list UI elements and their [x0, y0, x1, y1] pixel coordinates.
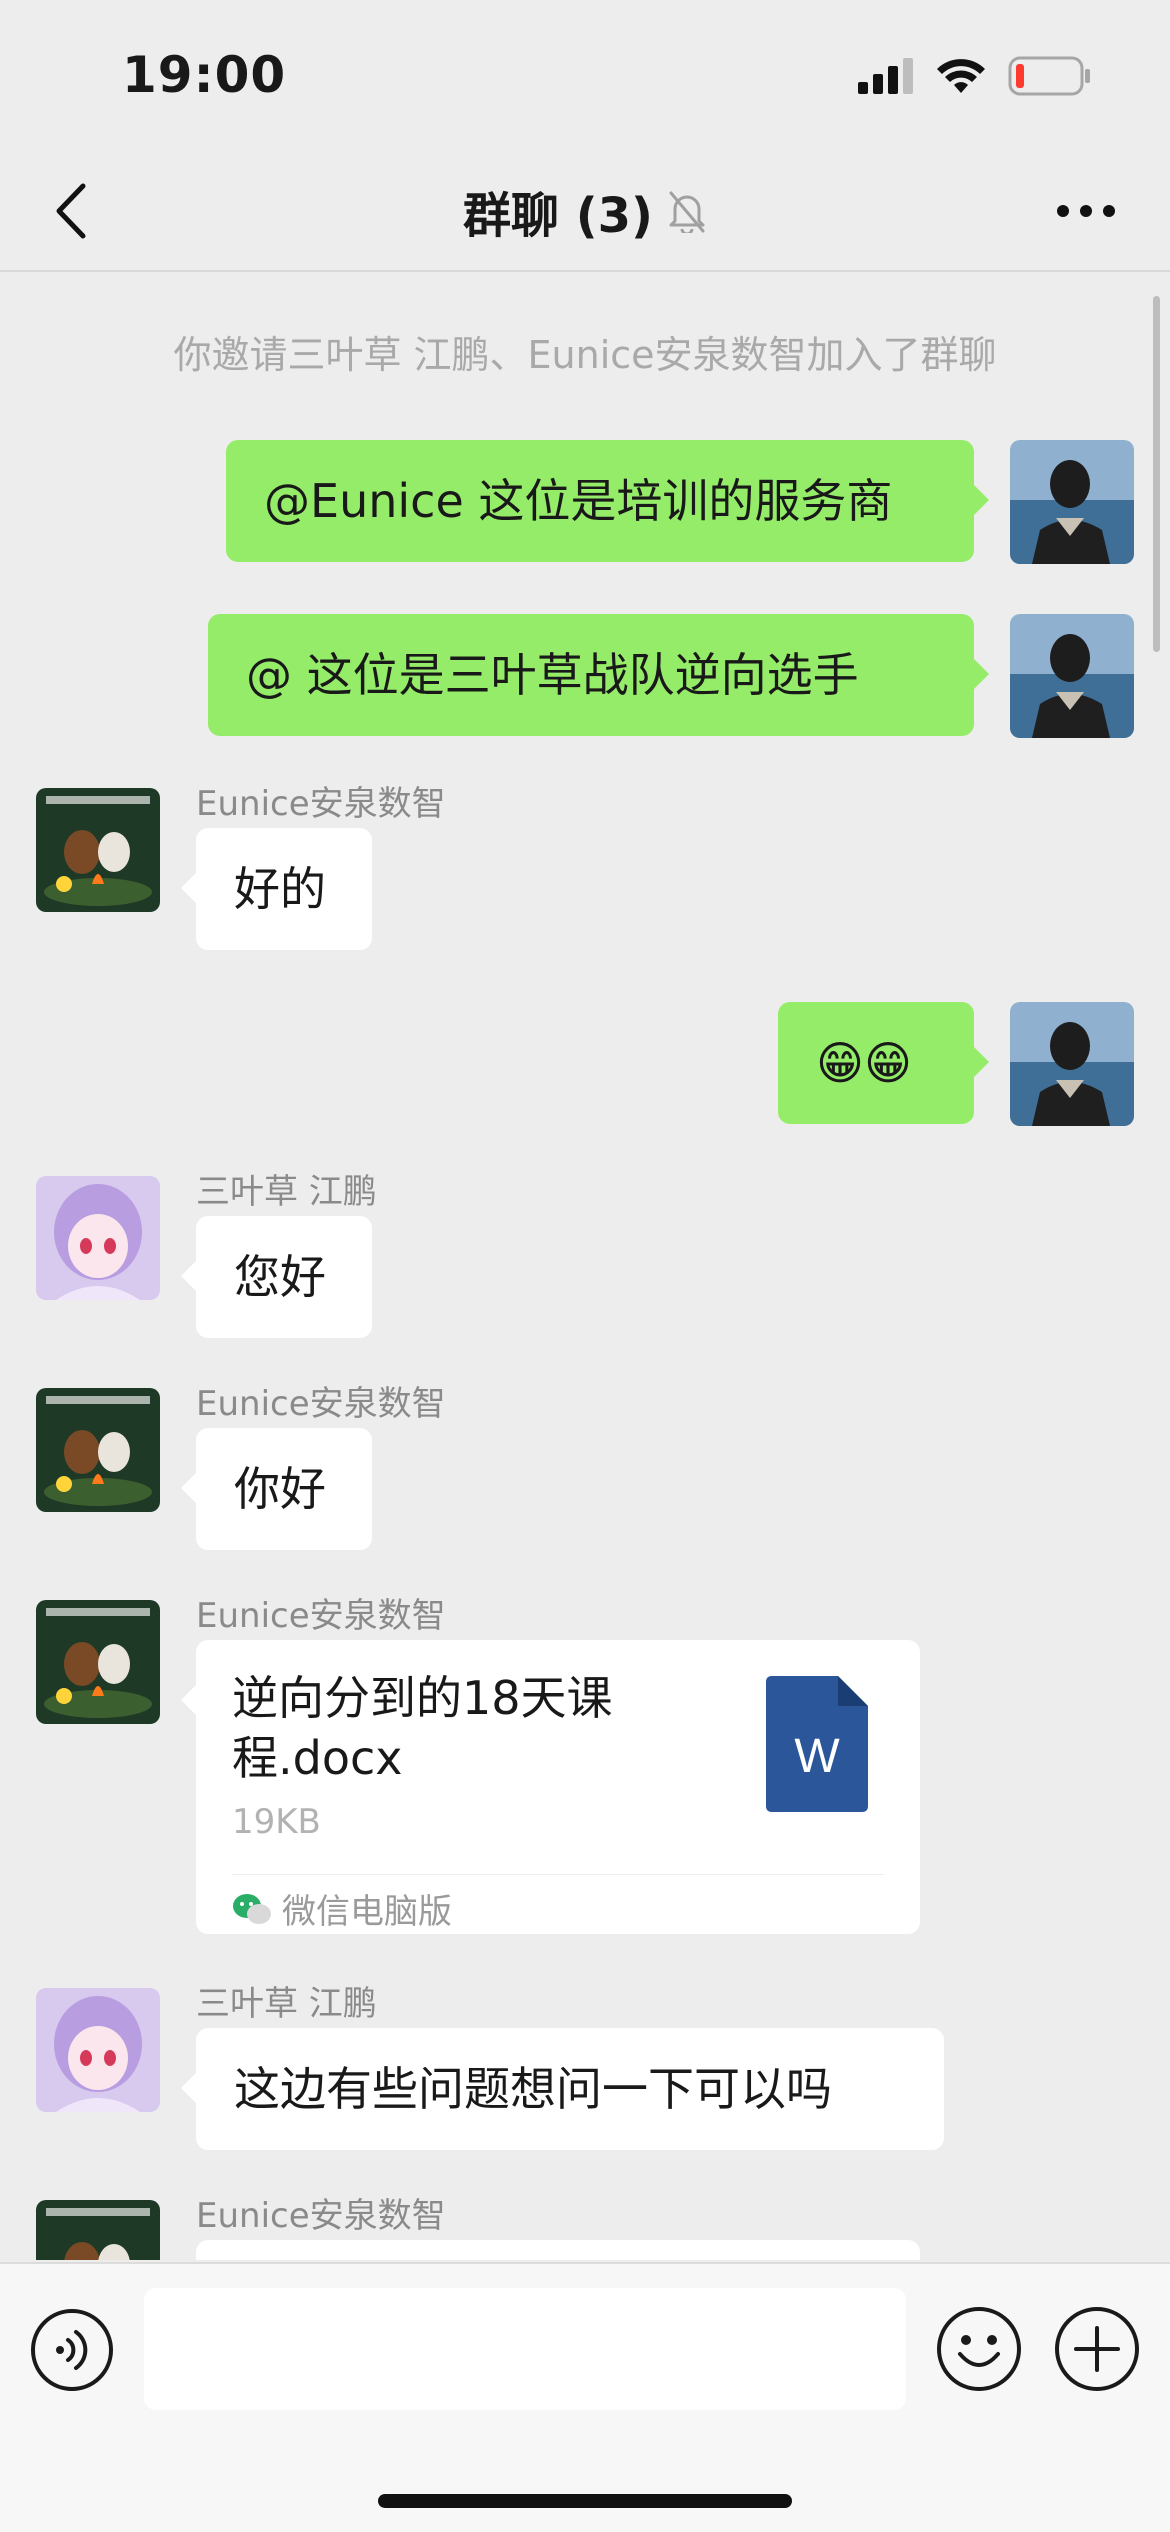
- nav-title-group: 群聊 (3): [0, 176, 1170, 246]
- plus-icon: [1055, 2307, 1139, 2391]
- file-card-divider: [232, 1874, 884, 1875]
- wechat-chat-screen: 19:00 群聊 (3) 你邀请三叶草 江鹏、Eunice安泉数智加入了群聊 @…: [0, 0, 1170, 2532]
- eunice-avatar[interactable]: [36, 788, 160, 912]
- eunice-avatar[interactable]: [36, 1600, 160, 1724]
- emoji-button[interactable]: [936, 2306, 1022, 2392]
- sender-name: Eunice安泉数智: [196, 1384, 446, 1424]
- chat-title: 群聊 (3): [463, 188, 653, 244]
- message-text-input[interactable]: [144, 2288, 906, 2410]
- wifi-icon: [937, 59, 985, 93]
- incoming-message-bubble[interactable]: 这边有些问题想问一下可以吗: [181, 2028, 944, 2150]
- file-name: 逆向分到的18天课程.docx: [232, 1671, 613, 1785]
- emoji-icon: [937, 2307, 1021, 2391]
- chat-nav-bar: 群聊 (3): [0, 150, 1170, 272]
- chat-input-bar: [0, 2262, 1170, 2532]
- voice-input-button[interactable]: [30, 2308, 114, 2392]
- file-size: 19KB: [232, 1802, 321, 1842]
- file-source-label: 微信电脑版: [282, 1892, 452, 1932]
- eunice-avatar[interactable]: [36, 2200, 160, 2260]
- jiangpeng-avatar[interactable]: [36, 1176, 160, 1300]
- sender-name: Eunice安泉数智: [196, 1596, 446, 1636]
- chat-message-list[interactable]: 你邀请三叶草 江鹏、Eunice安泉数智加入了群聊 @Eunice 这位是培训的…: [0, 274, 1170, 2260]
- outgoing-emoji-bubble[interactable]: 😁😁: [778, 1002, 989, 1124]
- battery-icon: [1008, 56, 1090, 96]
- more-actions-button[interactable]: [1054, 2306, 1140, 2392]
- word-icon-letter: W: [794, 1730, 840, 1783]
- word-document-icon: W: [766, 1676, 868, 1812]
- file-message-card[interactable]: 逆向分到的18天课程.docx 19KB W 微信电脑版: [181, 1640, 920, 1934]
- incoming-message-bubble[interactable]: 您好: [181, 1216, 372, 1338]
- sender-name: 三叶草 江鹏: [196, 1172, 377, 1212]
- file-source: 微信电脑版: [232, 1884, 452, 1933]
- outgoing-message-bubble[interactable]: @ 这位是三叶草战队逆向选手: [208, 614, 989, 736]
- outgoing-message-bubble[interactable]: @Eunice 这位是培训的服务商: [226, 440, 989, 562]
- my-avatar[interactable]: [1010, 614, 1134, 738]
- incoming-message-bubble[interactable]: [196, 2240, 920, 2260]
- home-indicator[interactable]: [378, 2494, 792, 2508]
- my-avatar[interactable]: [1010, 440, 1134, 564]
- cellular-signal-icon: [858, 58, 913, 94]
- system-message: 你邀请三叶草 江鹏、Eunice安泉数智加入了群聊: [173, 333, 997, 377]
- status-time: 19:00: [122, 46, 287, 104]
- sender-name: Eunice安泉数智: [196, 2196, 446, 2236]
- wechat-logo-icon: [233, 1893, 271, 1924]
- status-icons: [858, 56, 1092, 96]
- sender-name: 三叶草 江鹏: [196, 1984, 377, 2024]
- voice-icon: [31, 2309, 113, 2391]
- bell-off-icon: [669, 191, 705, 233]
- incoming-message-bubble[interactable]: 你好: [181, 1428, 372, 1550]
- status-bar: 19:00: [0, 0, 1170, 150]
- more-options-button[interactable]: [1046, 186, 1126, 236]
- sender-name: Eunice安泉数智: [196, 784, 446, 824]
- incoming-message-bubble[interactable]: 好的: [181, 828, 372, 950]
- eunice-avatar[interactable]: [36, 1388, 160, 1512]
- my-avatar[interactable]: [1010, 1002, 1134, 1126]
- ellipsis-icon: [1057, 205, 1115, 217]
- jiangpeng-avatar[interactable]: [36, 1988, 160, 2112]
